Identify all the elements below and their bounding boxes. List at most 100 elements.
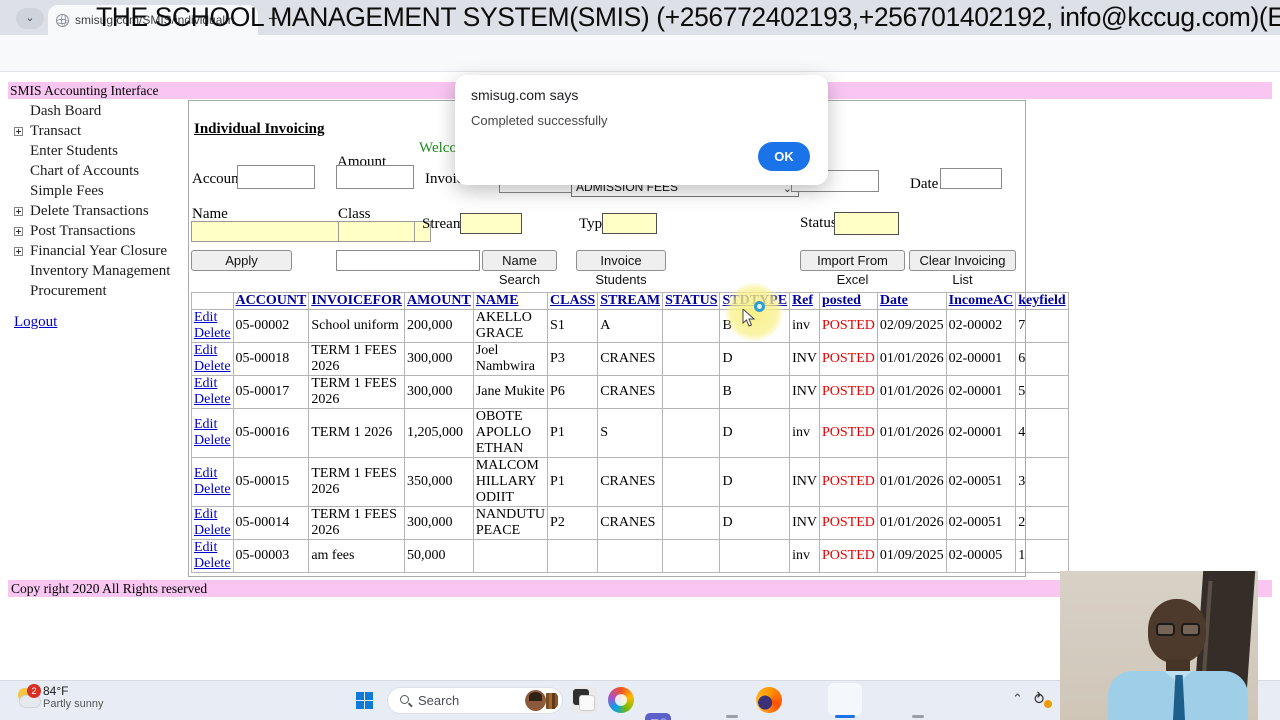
expand-plus-icon[interactable] [14, 227, 23, 236]
stream-input[interactable] [460, 213, 522, 234]
search-highlight-image [525, 690, 559, 711]
col-account[interactable]: ACCOUNT [232, 292, 310, 310]
sidebar-item-chart-of-accounts[interactable]: Chart of Accounts [14, 163, 184, 183]
search-label: Search [418, 693, 460, 708]
edit-link[interactable]: Edit [194, 344, 217, 359]
edit-link[interactable]: Edit [194, 541, 217, 556]
chrome-running-indicator [835, 715, 855, 718]
expand-plus-icon[interactable] [14, 207, 23, 216]
glasses-icon [1156, 623, 1200, 637]
running-indicator [912, 715, 924, 718]
sidebar-item-post-transactions[interactable]: Post Transactions [14, 223, 184, 243]
amount-input[interactable] [336, 165, 414, 189]
table-row: Edit Delete 05-00015 TERM 1 FEES 2026 35… [191, 457, 1069, 507]
col-class[interactable]: CLASS [547, 292, 599, 310]
status-label: Status [800, 215, 837, 231]
edit-link[interactable]: Edit [194, 417, 217, 432]
posted-status: POSTED [818, 342, 878, 376]
col-invoicefor[interactable]: INVOICEFOR [308, 292, 406, 310]
sidebar-nav: Dash Board Transact Enter Students Chart… [14, 103, 184, 303]
delete-link[interactable]: Delete [194, 326, 231, 341]
welcome-text: Welco [419, 140, 457, 156]
running-indicator [726, 715, 738, 718]
ok-button[interactable]: OK [758, 142, 810, 171]
sidebar-item-delete-transactions[interactable]: Delete Transactions [14, 203, 184, 223]
webcam-overlay [1060, 571, 1258, 720]
col-stream[interactable]: STREAM [597, 292, 664, 310]
edit-link[interactable]: Edit [194, 377, 217, 392]
sidebar-item-inventory-management[interactable]: Inventory Management [14, 263, 184, 283]
stream-label: Stream [422, 216, 465, 232]
delete-link[interactable]: Delete [194, 359, 231, 374]
sidebar-item-simple-fees[interactable]: Simple Fees [14, 183, 184, 203]
col-name[interactable]: NAME [472, 292, 549, 310]
posted-status: POSTED [818, 506, 878, 540]
task-view-icon[interactable] [571, 687, 597, 713]
col-status[interactable]: STATUS [662, 292, 721, 310]
delete-link[interactable]: Delete [194, 482, 231, 497]
delete-link[interactable]: Delete [194, 433, 231, 448]
sidebar-item-dash-board[interactable]: Dash Board [14, 103, 184, 123]
posted-status: POSTED [818, 375, 878, 409]
posted-status: POSTED [818, 408, 878, 458]
table-row: Edit Delete 05-00016 TERM 1 2026 1,205,0… [191, 408, 1069, 458]
search-icon [400, 695, 409, 704]
mouse-cursor-icon [742, 309, 756, 327]
invoice-students-button[interactable]: Invoice Students [576, 250, 666, 287]
expand-plus-icon[interactable] [14, 247, 23, 256]
tab-search-chevron-icon[interactable]: ⌄ [16, 8, 44, 29]
col-amount[interactable]: AMOUNT [404, 292, 474, 310]
taskbar-search[interactable]: Search [387, 687, 563, 714]
account-label: Account [192, 171, 243, 187]
edit-link[interactable]: Edit [194, 466, 217, 481]
teams-icon[interactable] [645, 713, 671, 720]
name-search-button[interactable]: Name Search [482, 250, 557, 287]
delete-link[interactable]: Delete [194, 392, 231, 407]
chrome-active-highlight [828, 683, 862, 716]
weather-temp: 84°F [43, 684, 69, 698]
sidebar-item-procurement[interactable]: Procurement [14, 283, 184, 303]
date-input[interactable] [940, 168, 1002, 189]
expand-plus-icon[interactable] [14, 127, 23, 136]
hidden-icons-chevron[interactable]: ⌃ [1012, 691, 1023, 707]
posted-status: POSTED [818, 457, 878, 507]
edit-link[interactable]: Edit [194, 311, 217, 326]
sidebar-item-financial-year-closure[interactable]: Financial Year Closure [14, 243, 184, 263]
clear-invoicing-list-button[interactable]: Clear Invoicing List [909, 250, 1016, 287]
start-button[interactable] [356, 692, 373, 709]
account-input[interactable] [237, 165, 315, 189]
delete-link[interactable]: Delete [194, 523, 231, 538]
table-row: Edit Delete 05-00002 School uniform 200,… [191, 309, 1069, 343]
sync-tray-icon[interactable]: ⥁ [1034, 690, 1052, 708]
edit-link[interactable]: Edit [194, 508, 217, 523]
import-from-excel-button[interactable]: Import From Excel [800, 250, 905, 287]
class-input[interactable] [338, 221, 415, 242]
weather-widget[interactable]: 2 84°F Partly sunny [18, 684, 188, 716]
type-input[interactable] [602, 213, 657, 234]
table-row: Edit Delete 05-00003 am fees 50,000 inv … [191, 539, 1069, 573]
screen: ⌄ smisug.com/SMIS/individualinvoi + THE … [0, 0, 1280, 720]
table-header-row: ACCOUNT INVOICEFOR AMOUNT NAME CLASS STR… [191, 292, 1069, 310]
apply-button[interactable]: Apply [191, 250, 292, 271]
status-input[interactable] [834, 212, 899, 235]
alert-dialog: smisug.com says Completed successfully O… [455, 75, 828, 185]
posted-status: POSTED [818, 309, 878, 343]
copilot-icon[interactable] [608, 687, 634, 713]
col-date[interactable]: Date [876, 292, 947, 310]
col-ref[interactable]: Ref [789, 292, 820, 310]
logout-link[interactable]: Logout [14, 314, 57, 331]
col-posted[interactable]: posted [818, 292, 878, 310]
col-keyfield[interactable]: keyfield [1015, 292, 1069, 310]
weather-condition: Partly sunny [43, 698, 104, 710]
posted-status: POSTED [818, 539, 878, 573]
globe-favicon-icon [56, 13, 69, 27]
firefox-icon[interactable] [756, 687, 782, 713]
sidebar-item-enter-students[interactable]: Enter Students [14, 143, 184, 163]
sidebar-item-transact[interactable]: Transact [14, 123, 184, 143]
col-incomeac[interactable]: IncomeAC [945, 292, 1017, 310]
delete-link[interactable]: Delete [194, 556, 231, 571]
table-row: Edit Delete 05-00018 TERM 1 FEES 2026 30… [191, 342, 1069, 376]
search-name-input[interactable] [336, 250, 480, 271]
cloud-icon [20, 696, 40, 707]
browser-toolbar: ← → ⟳ smisug.com/SMIS/individualinvoicin… [0, 35, 1280, 102]
